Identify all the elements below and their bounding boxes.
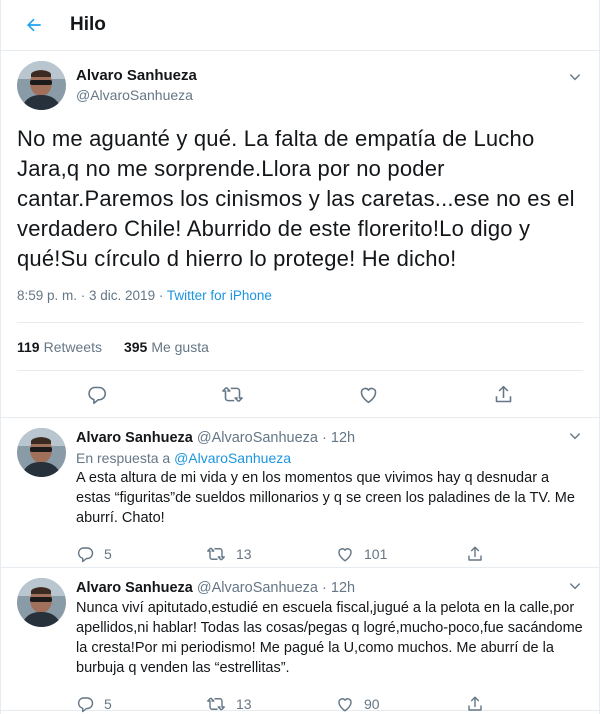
tweet-actions: [17, 371, 583, 417]
retweet-button[interactable]: 13: [206, 545, 336, 563]
tweet-time[interactable]: · 12h: [322, 430, 355, 446]
likes-count: 395: [123, 338, 148, 355]
in-reply-prefix: En respuesta a: [76, 450, 175, 466]
chevron-down-icon: [569, 583, 581, 590]
retweets-count: 119: [17, 338, 40, 355]
heart-icon: [338, 698, 352, 712]
retweets-label: Retweets: [43, 338, 102, 355]
tweet-text: No me aguanté y qué. La falta de empatía…: [17, 126, 575, 271]
thread-page: Hilo Alvaro Sanhueza @AlvaroSanhueza No …: [0, 0, 600, 714]
like-button[interactable]: [358, 384, 379, 405]
in-reply-mention[interactable]: @AlvaroSanhueza: [174, 450, 291, 466]
share-button[interactable]: [466, 695, 494, 713]
author-name[interactable]: Alvaro Sanhueza: [76, 66, 197, 86]
reply-icon: [77, 697, 94, 713]
reply-button[interactable]: [86, 384, 107, 405]
retweet-button[interactable]: [221, 384, 244, 405]
author-handle[interactable]: @AlvaroSanhueza: [197, 430, 318, 446]
reply-header: Alvaro Sanhueza @AlvaroSanhueza · 12h: [76, 578, 583, 598]
retweet-icon: [207, 547, 225, 561]
retweet-button[interactable]: 13: [206, 695, 336, 713]
reply-icon: [88, 386, 107, 404]
share-icon: [495, 385, 512, 402]
reply-tweet[interactable]: Alvaro Sanhueza @AlvaroSanhueza · 12h Nu…: [1, 568, 599, 714]
heart-icon: [360, 387, 377, 403]
in-reply-to: En respuesta a @AlvaroSanhueza: [76, 448, 583, 468]
reply-header: Alvaro Sanhueza @AlvaroSanhueza · 12h: [76, 428, 583, 448]
tweet-menu-button[interactable]: [567, 428, 583, 444]
tweet-datetime[interactable]: 8:59 p. m. · 3 dic. 2019 ·: [17, 288, 167, 303]
tweet-menu-button[interactable]: [567, 69, 583, 85]
tweet-actions: 5 13 90: [76, 684, 583, 714]
reply-tweet[interactable]: Alvaro Sanhueza @AlvaroSanhueza · 12h En…: [1, 418, 599, 568]
chevron-down-icon: [569, 433, 581, 440]
share-icon: [468, 696, 482, 711]
retweet-icon: [207, 697, 225, 711]
avatar[interactable]: [17, 578, 66, 627]
back-arrow-icon: [27, 18, 41, 32]
like-count: 90: [364, 696, 380, 712]
reply-count: 5: [104, 546, 112, 562]
author-handle[interactable]: @AlvaroSanhueza: [76, 86, 197, 105]
reply-count: 5: [104, 696, 112, 712]
tweet-source[interactable]: Twitter for iPhone: [167, 288, 272, 303]
back-button[interactable]: [15, 6, 53, 44]
author-handle[interactable]: @AlvaroSanhueza: [197, 580, 318, 596]
reply-button[interactable]: 5: [76, 545, 206, 563]
page-header: Hilo: [1, 0, 599, 51]
author-name[interactable]: Alvaro Sanhueza: [76, 580, 193, 596]
avatar[interactable]: [17, 61, 66, 110]
share-button[interactable]: [493, 384, 514, 405]
reply-button[interactable]: 5: [76, 695, 206, 713]
like-button[interactable]: 90: [336, 695, 466, 713]
tweet-time[interactable]: · 12h: [322, 580, 355, 596]
likes-stat[interactable]: 395 Me gusta: [124, 339, 209, 355]
tweet-text: Nunca viví apitutado,estudié en escuela …: [76, 600, 583, 676]
heart-icon: [338, 548, 352, 562]
share-button[interactable]: [466, 545, 494, 563]
likes-label: Me gusta: [151, 338, 209, 355]
tweet-menu-button[interactable]: [567, 578, 583, 594]
main-tweet: Alvaro Sanhueza @AlvaroSanhueza No me ag…: [1, 51, 599, 418]
like-count: 101: [364, 546, 388, 562]
author-name[interactable]: Alvaro Sanhueza: [76, 430, 193, 446]
avatar[interactable]: [17, 428, 66, 477]
retweet-count: 13: [236, 546, 252, 562]
tweet-text: A esta altura de mi vida y en los moment…: [76, 470, 575, 526]
reply-icon: [77, 547, 94, 563]
tweet-meta: 8:59 p. m. · 3 dic. 2019 · Twitter for i…: [17, 286, 583, 323]
chevron-down-icon: [569, 74, 581, 81]
tweet-stats: 119 Retweets 395 Me gusta: [17, 323, 583, 371]
page-title: Hilo: [70, 14, 106, 35]
retweet-icon: [222, 386, 243, 402]
like-button[interactable]: 101: [336, 545, 466, 563]
retweet-count: 13: [236, 696, 252, 712]
retweets-stat[interactable]: 119 Retweets: [17, 339, 102, 355]
share-icon: [468, 546, 482, 561]
